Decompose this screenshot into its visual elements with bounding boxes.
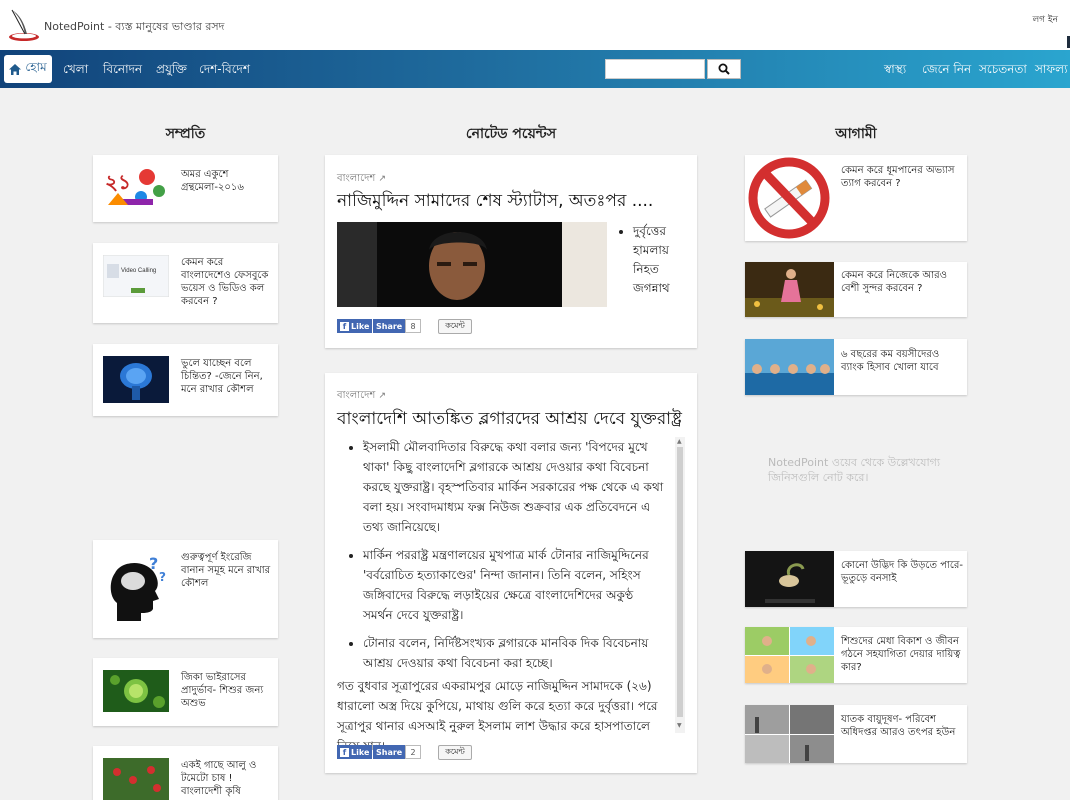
article-1-bullets: দুর্বৃত্তের হামলায় নিহত জগন্নাথ <box>621 222 687 306</box>
article-1-bullet[interactable]: দুর্বৃত্তের হামলায় নিহত জগন্নাথ <box>633 222 687 298</box>
right-card-bank-account[interactable]: ৬ বছরের কম বয়সীদেরও ব্যাংক হিসাব খোলা য… <box>745 339 967 395</box>
svg-text:?: ? <box>159 570 166 584</box>
book-fair-thumbnail: ২১ <box>103 163 169 211</box>
left-card-video-calling[interactable]: Video Calling কেমন করে বাংলাদেশেও ফেসবুক… <box>93 243 278 323</box>
article-2-category[interactable]: বাংলাদেশ ↗ <box>337 388 386 405</box>
right-card-beauty[interactable]: কেমন করে নিজেকে আরও বেশী সুন্দর করবেন ? <box>745 262 967 317</box>
svg-text:?: ? <box>149 554 158 573</box>
left-card-zika-title[interactable]: জিকা ভাইরাসের প্রাদুর্ভাব- শিশুর জন্য অশ… <box>181 671 273 710</box>
air-pollution-thumbnail <box>745 705 834 763</box>
right-card-bonsai[interactable]: কোনো উদ্ভিদ কি উড়তে পারে- ভূতুড়ে বনসাই <box>745 551 967 607</box>
search-input[interactable] <box>605 59 705 79</box>
like-label: Like <box>351 321 370 331</box>
nav-item-sports[interactable]: খেলা <box>63 61 88 81</box>
scroll-up-arrow-icon[interactable]: ▲ <box>677 438 682 445</box>
search-button[interactable] <box>707 59 741 79</box>
facebook-icon: f <box>340 747 349 757</box>
nav-home-label: হোম <box>25 60 47 74</box>
facebook-icon: f <box>340 321 349 331</box>
article-2-bullet-3: টোনার বলেন, নির্দিষ্টসংখ্যক ব্লগারকে মান… <box>363 633 665 673</box>
right-card-smoking-title[interactable]: কেমন করে ধূমপানের অভ্যাস ত্যাগ করবেন ? <box>841 164 963 190</box>
scroll-down-arrow-icon[interactable]: ▼ <box>677 722 682 729</box>
share-count: 8 <box>405 319 421 333</box>
nav-home-button[interactable]: হোম <box>4 55 52 83</box>
home-icon <box>9 63 22 75</box>
left-card-book-fair[interactable]: ২১ অমর একুশে গ্রন্থমেলা-২০১৬ <box>93 155 278 222</box>
nav-item-success[interactable]: সাফল্য <box>1035 61 1068 81</box>
bank-event-thumbnail <box>745 339 834 395</box>
beauty-thumbnail <box>745 262 834 317</box>
head-silhouette-thumbnail: ? ? <box>103 551 171 625</box>
nav-item-entertainment[interactable]: বিনোদন <box>103 61 142 81</box>
article-1-photo[interactable] <box>337 222 607 307</box>
right-card-child-development-title[interactable]: শিশুদের মেধা বিকাশ ও জীবন গঠনে সহযাগিতা … <box>841 635 963 674</box>
right-card-beauty-title[interactable]: কেমন করে নিজেকে আরও বেশী সুন্দর করবেন ? <box>841 269 963 295</box>
video-calling-thumb-label: Video Calling <box>121 268 157 274</box>
like-label: Like <box>351 747 370 757</box>
article-2-bullet-2: মার্কিন পররাষ্ট্র মন্ত্রণালয়ের মুখপাত্র… <box>363 545 665 625</box>
article-1-category-label: বাংলাদেশ <box>337 173 376 184</box>
facebook-share-button[interactable]: Share <box>373 745 406 759</box>
login-link[interactable]: লগ ইন <box>1032 12 1058 27</box>
right-card-bonsai-title[interactable]: কোনো উদ্ভিদ কি উড়তে পারে- ভূতুড়ে বনসাই <box>841 559 963 585</box>
facebook-like-button[interactable]: f Like <box>337 745 373 759</box>
article-2-paragraph: গত বুধবার সূত্রাপুরের একরামপুর মোড়ে নাজ… <box>337 679 658 753</box>
right-card-smoking[interactable]: কেমন করে ধূমপানের অভ্যাস ত্যাগ করবেন ? <box>745 155 967 241</box>
no-smoking-thumbnail <box>745 155 834 241</box>
tomato-plant-thumbnail <box>103 758 169 800</box>
left-card-zika[interactable]: জিকা ভাইরাসের প্রাদুর্ভাব- শিশুর জন্য অশ… <box>93 658 278 726</box>
nav-item-home-abroad[interactable]: দেশ-বিদেশ <box>199 61 250 81</box>
column-heading-recent: সম্প্রতি <box>165 126 206 142</box>
left-card-memory[interactable]: ভুলে যাচ্ছেন বলে চিন্তিত? -জেনে নিন, মনে… <box>93 344 278 416</box>
search-icon <box>718 63 730 75</box>
nav-item-technology[interactable]: প্রযুক্তি <box>156 61 187 81</box>
left-card-potato-tomato[interactable]: একই গাছে আলু ও টমেটো চাষ ! বাংলাদেশী কৃষ… <box>93 746 278 800</box>
video-calling-thumbnail <box>103 255 169 297</box>
zika-virus-thumbnail <box>103 670 169 712</box>
article-2-bullets: ইসলামী মৌলবাদিতার বিরুদ্ধে কথা বলার জন্য… <box>347 437 665 681</box>
article-2-bullet-1: ইসলামী মৌলবাদিতার বিরুদ্ধে কথা বলার জন্য… <box>363 437 665 537</box>
svg-text:২১: ২১ <box>105 170 131 194</box>
floating-bonsai-thumbnail <box>745 551 834 607</box>
column-heading-upcoming: আগামী <box>835 126 877 142</box>
right-card-air-pollution[interactable]: যাতক বায়ুদূষণ- পরিবেশ অধিদপ্তর আরও তৎপর… <box>745 705 967 763</box>
main-navbar: হোম খেলা বিনোদন প্রযুক্তি দেশ-বিদেশ স্বা… <box>0 50 1070 88</box>
right-card-child-development[interactable]: শিশুদের মেধা বিকাশ ও জীবন গঠনে সহযাগিতা … <box>745 627 967 683</box>
article-2-title[interactable]: বাংলাদেশি আতঙ্কিত ব্লগারদের আশ্রয় দেবে … <box>337 406 682 434</box>
nav-item-know[interactable]: জেনে নিন <box>922 61 971 81</box>
nav-item-health[interactable]: স্বাস্থ্য <box>884 61 906 81</box>
external-link-icon: ↗ <box>378 174 387 184</box>
article-1-category[interactable]: বাংলাদেশ ↗ <box>337 171 386 188</box>
top-bar: NotedPoint - ব্যস্ত মানুষের ভাণ্ডার রসদ … <box>0 0 1070 50</box>
facebook-share-button[interactable]: Share <box>373 319 406 333</box>
share-label: Share <box>376 747 403 757</box>
right-card-air-pollution-title[interactable]: যাতক বায়ুদূষণ- পরিবেশ অধিদপ্তর আরও তৎপর… <box>841 713 963 739</box>
right-card-bank-account-title[interactable]: ৬ বছরের কম বয়সীদেরও ব্যাংক হিসাব খোলা য… <box>841 348 963 374</box>
external-link-icon: ↗ <box>378 391 387 401</box>
left-card-book-fair-title[interactable]: অমর একুশে গ্রন্থমেলা-২০১৬ <box>181 168 273 194</box>
article-card-1: বাংলাদেশ ↗ নাজিমুদ্দিন সামাদের শেষ স্ট্য… <box>325 155 697 348</box>
site-title[interactable]: NotedPoint - ব্যস্ত মানুষের ভাণ্ডার রসদ <box>44 18 224 37</box>
share-count: 2 <box>405 745 421 759</box>
nav-item-awareness[interactable]: সচেতনতা <box>979 61 1027 81</box>
site-info-text: NotedPoint ওয়েব থেকে উল্লেখযোগ্য জিনিসগ… <box>768 456 941 484</box>
brain-thumbnail <box>103 356 169 403</box>
left-card-potato-tomato-title[interactable]: একই গাছে আলু ও টমেটো চাষ ! বাংলাদেশী কৃষ… <box>181 759 273 798</box>
comment-button[interactable]: কমেন্ট <box>438 745 472 760</box>
article-1-title[interactable]: নাজিমুদ্দিন সামাদের শেষ স্ট্যাটাস, অতঃপর… <box>337 188 653 216</box>
share-label: Share <box>376 321 403 331</box>
article-2-category-label: বাংলাদেশ <box>337 390 376 401</box>
left-card-video-calling-title[interactable]: কেমন করে বাংলাদেশেও ফেসবুকে ভয়েস ও ভিডি… <box>181 256 273 308</box>
left-card-english-spelling[interactable]: ? ? গুরুত্বপূর্ণ ইংরেজি বানান সমূহ মনে র… <box>93 540 278 638</box>
left-card-memory-title[interactable]: ভুলে যাচ্ছেন বলে চিন্তিত? -জেনে নিন, মনে… <box>181 357 273 396</box>
quill-logo-icon[interactable] <box>6 7 42 43</box>
article-2-scrollbar-thumb[interactable] <box>677 447 683 717</box>
children-thumbnail <box>745 627 834 683</box>
left-card-english-spelling-title[interactable]: গুরুত্বপূর্ণ ইংরেজি বানান সমূহ মনে রাখার… <box>181 551 273 590</box>
facebook-like-button[interactable]: f Like <box>337 319 373 333</box>
column-heading-noted-points: নোটেড পয়েন্টস <box>465 126 557 142</box>
article-card-2: বাংলাদেশ ↗ বাংলাদেশি আতঙ্কিত ব্লগারদের আ… <box>325 373 697 773</box>
comment-button[interactable]: কমেন্ট <box>438 319 472 334</box>
